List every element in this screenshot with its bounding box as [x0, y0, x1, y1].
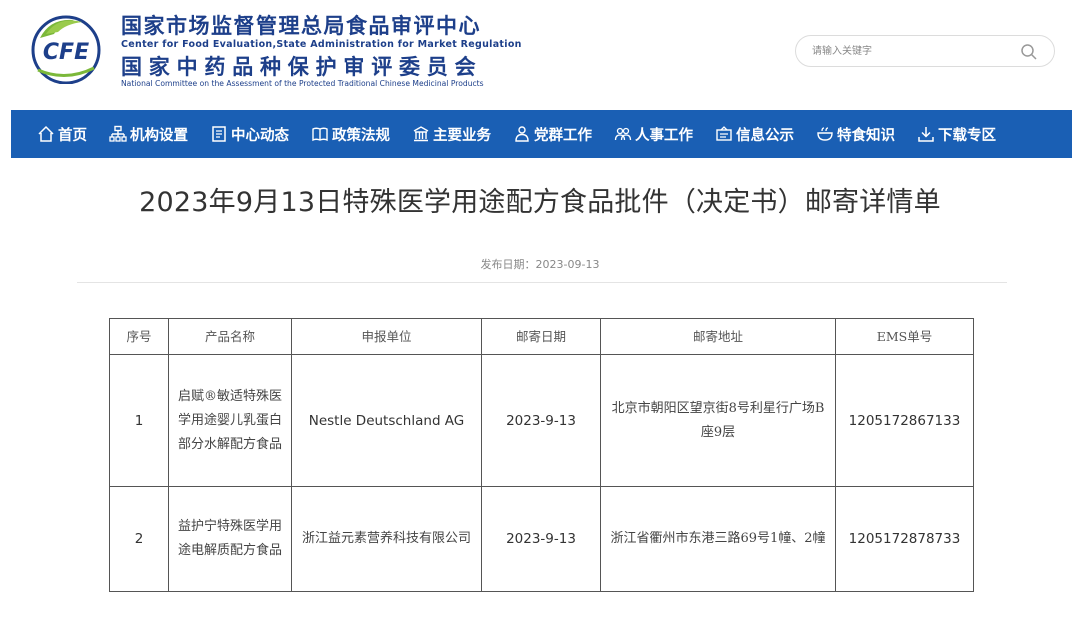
- cell-date: 2023-9-13: [481, 486, 601, 592]
- svg-text:CFE: CFE: [43, 40, 89, 65]
- cell-ems: 1205172867133: [835, 354, 974, 487]
- notice-icon: [716, 126, 732, 141]
- nav-item-policy[interactable]: 政策法规: [311, 110, 390, 158]
- cell-no: 1: [109, 354, 169, 487]
- nav-item-label: 机构设置: [130, 127, 188, 144]
- org-name-cn-secondary: 国家中药品种保护审评委员会: [121, 55, 483, 79]
- org-name-cn-primary: 国家市场监督管理总局食品审评中心: [121, 14, 481, 38]
- article-title: 2023年9月13日特殊医学用途配方食品批件（决定书）邮寄详情单: [139, 187, 941, 218]
- col-header-address: 邮寄地址: [600, 318, 836, 355]
- publish-date: 发布日期：2023-09-13: [480, 258, 600, 271]
- org-name-block: 国家市场监督管理总局食品审评中心 Center for Food Evaluat…: [121, 14, 522, 89]
- nav-item-label: 中心动态: [231, 127, 289, 144]
- nav-item-download[interactable]: 下载专区: [917, 110, 996, 158]
- search-box: [795, 35, 1055, 67]
- search-input[interactable]: [812, 42, 1012, 60]
- cell-address: 北京市朝阳区望京街8号利星行广场B座9层: [600, 354, 836, 487]
- person-icon: [515, 126, 529, 142]
- search-icon[interactable]: [1020, 43, 1038, 61]
- org-name-en-primary: Center for Food Evaluation,State Adminis…: [121, 39, 522, 50]
- cell-product: 启赋®敏适特殊医学用途婴儿乳蛋白部分水解配方食品: [168, 354, 292, 487]
- col-header-no: 序号: [109, 318, 169, 355]
- people-icon: [614, 127, 632, 141]
- mailing-details-table: 序号 产品名称 申报单位 邮寄日期 邮寄地址 EMS单号 1 启赋®敏适特殊医学…: [109, 318, 974, 592]
- book-icon: [312, 127, 328, 142]
- building-icon: [413, 126, 429, 142]
- home-icon: [38, 125, 54, 142]
- cell-no: 2: [109, 486, 169, 592]
- nav-item-label: 政策法规: [332, 127, 390, 144]
- cfe-logo[interactable]: CFE: [30, 12, 102, 84]
- nav-item-party[interactable]: 党群工作: [513, 110, 592, 158]
- nav-item-label: 人事工作: [635, 127, 693, 144]
- nav-item-home[interactable]: 首页: [37, 110, 87, 158]
- cell-applicant: Nestle Deutschland AG: [291, 354, 482, 487]
- bowl-icon: [817, 127, 833, 141]
- col-header-date: 邮寄日期: [481, 318, 601, 355]
- download-icon: [918, 127, 934, 142]
- col-header-ems: EMS单号: [835, 318, 974, 355]
- col-header-applicant: 申报单位: [291, 318, 482, 355]
- nav-item-organization[interactable]: 机构设置: [109, 110, 188, 158]
- nav-item-label: 党群工作: [534, 127, 592, 144]
- nav-item-food-knowledge[interactable]: 特食知识: [816, 110, 895, 158]
- main-nav: 首页 机构设置 中心动态 政策法规 主要业务 党群工作 人事工作 信息公示 特食…: [11, 110, 1072, 158]
- nav-item-news[interactable]: 中心动态: [210, 110, 289, 158]
- nav-item-label: 首页: [58, 127, 87, 144]
- nav-item-notice[interactable]: 信息公示: [715, 110, 794, 158]
- org-chart-icon: [109, 125, 127, 142]
- nav-item-label: 下载专区: [938, 127, 996, 144]
- nav-item-business[interactable]: 主要业务: [412, 110, 491, 158]
- cell-applicant: 浙江益元素营养科技有限公司: [291, 486, 482, 592]
- nav-item-label: 信息公示: [736, 127, 794, 144]
- org-name-en-secondary: National Committee on the Assessment of …: [121, 79, 484, 88]
- news-icon: [212, 126, 226, 142]
- site-header: CFE 国家市场监督管理总局食品审评中心 Center for Food Eva…: [0, 0, 1080, 110]
- cell-product: 益护宁特殊医学用途电解质配方食品: [168, 486, 292, 592]
- table-row: 1 启赋®敏适特殊医学用途婴儿乳蛋白部分水解配方食品 Nestle Deutsc…: [109, 354, 974, 487]
- col-header-product: 产品名称: [168, 318, 292, 355]
- table-row: 2 益护宁特殊医学用途电解质配方食品 浙江益元素营养科技有限公司 2023-9-…: [109, 486, 974, 592]
- cell-ems: 1205172878733: [835, 486, 974, 592]
- nav-item-label: 主要业务: [433, 127, 491, 144]
- title-divider: [77, 282, 1007, 283]
- nav-item-hr[interactable]: 人事工作: [614, 110, 693, 158]
- table-header-row: 序号 产品名称 申报单位 邮寄日期 邮寄地址 EMS单号: [109, 318, 974, 355]
- cell-address: 浙江省衢州市东港三路69号1幢、2幢: [600, 486, 836, 592]
- nav-item-label: 特食知识: [837, 127, 895, 144]
- cell-date: 2023-9-13: [481, 354, 601, 487]
